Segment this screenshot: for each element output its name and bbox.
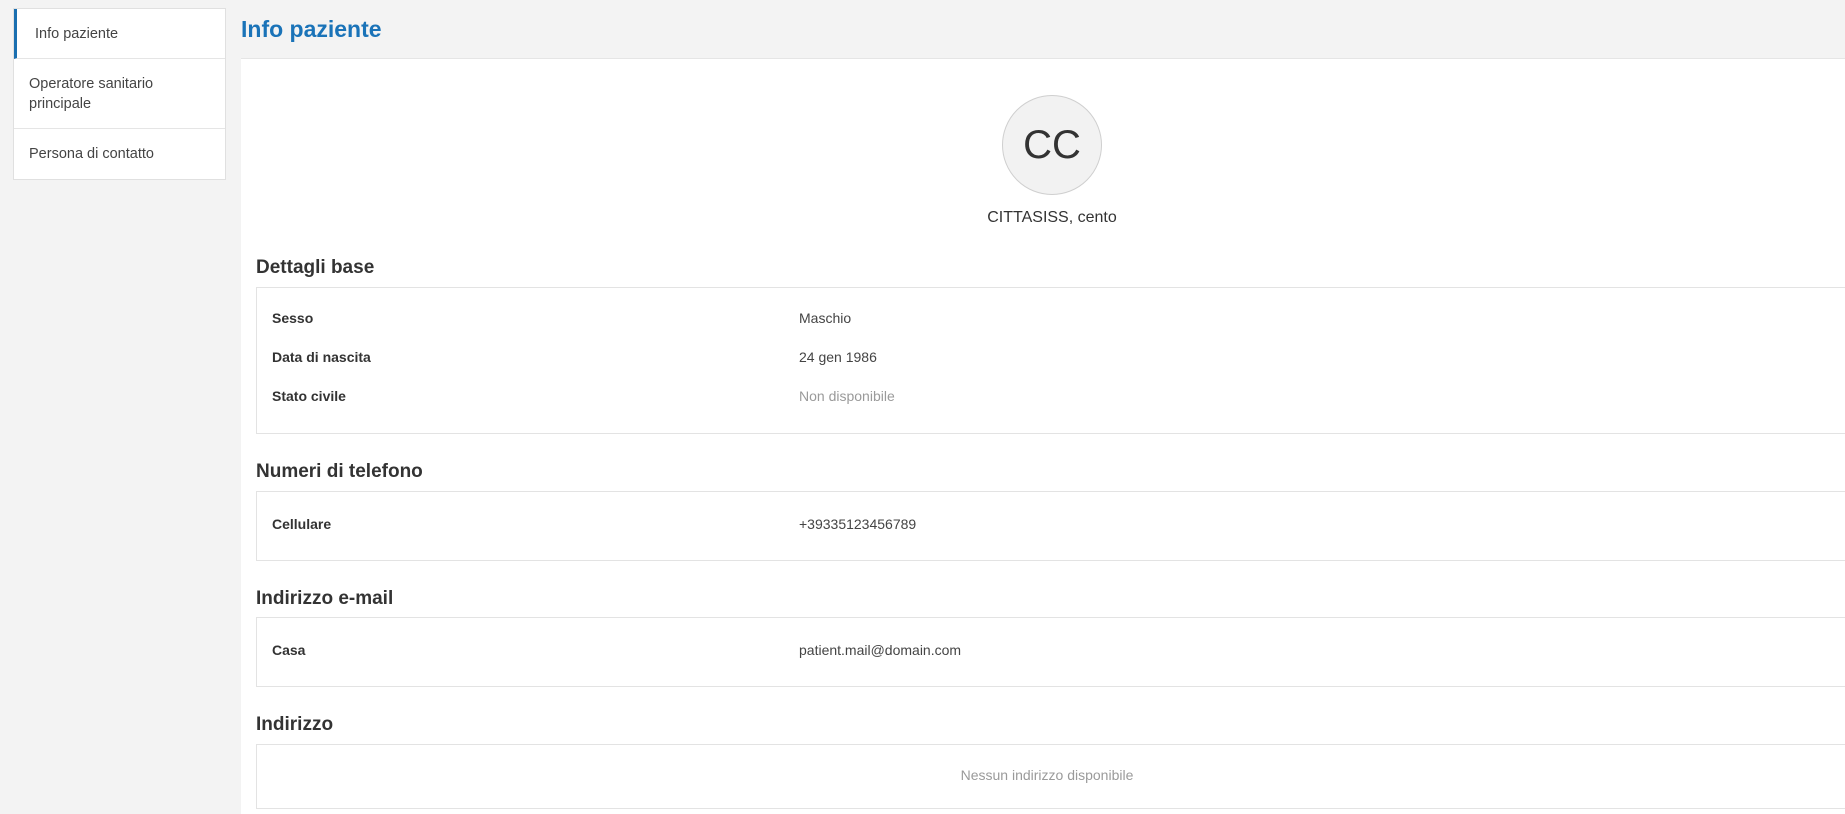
phone-row: Cellulare +39335123456789 xyxy=(272,514,1845,534)
phone-value: +39335123456789 xyxy=(799,516,917,532)
patient-info-app: Info paziente Operatore sanitario princi… xyxy=(0,0,1845,814)
phone-label: Cellulare xyxy=(272,516,332,532)
sidebar-item-label: Operatore sanitario principale xyxy=(29,75,154,112)
patient-name: CITTASISS, cento xyxy=(987,209,1117,226)
patient-panel: CC CITTASISS, cento Dettagli base Sesso … xyxy=(241,58,1845,814)
detail-label: Data di nascita xyxy=(272,349,371,365)
page-title: Info paziente xyxy=(241,16,382,42)
section-title-phones: Numeri di telefono xyxy=(256,461,423,482)
phones-card: Cellulare +39335123456789 xyxy=(256,491,1845,561)
basic-details-card: Sesso Maschio Data di nascita 24 gen 198… xyxy=(256,287,1845,434)
email-row: Casa patient.mail@domain.com xyxy=(272,640,1845,660)
detail-row-sex: Sesso Maschio xyxy=(272,308,1845,328)
empty-address-message: Nessun indirizzo disponibile xyxy=(960,767,1134,783)
detail-row-marital-status: Stato civile Non disponibile xyxy=(272,386,1845,406)
emails-card: Casa patient.mail@domain.com xyxy=(256,617,1845,687)
detail-value: Maschio xyxy=(799,310,852,326)
sidebar-item-info-paziente[interactable]: Info paziente xyxy=(14,9,225,59)
detail-label: Sesso xyxy=(272,310,314,326)
avatar: CC xyxy=(1002,95,1102,195)
section-title-emails: Indirizzo e-mail xyxy=(256,588,394,609)
email-label: Casa xyxy=(272,642,306,658)
sidebar-item-label: Persona di contatto xyxy=(29,146,154,162)
address-card: Nessun indirizzo disponibile xyxy=(256,744,1845,809)
sidebar: Info paziente Operatore sanitario princi… xyxy=(13,8,226,180)
sidebar-item-operatore-sanitario[interactable]: Operatore sanitario principale xyxy=(14,59,225,129)
sidebar-item-label: Info paziente xyxy=(35,25,119,42)
detail-value: 24 gen 1986 xyxy=(799,349,877,365)
email-value: patient.mail@domain.com xyxy=(799,642,962,658)
section-title-address: Indirizzo xyxy=(256,714,334,735)
detail-label: Stato civile xyxy=(272,388,346,404)
section-title-basic-details: Dettagli base xyxy=(256,257,375,278)
sidebar-item-persona-contatto[interactable]: Persona di contatto xyxy=(14,129,225,179)
detail-value: Non disponibile xyxy=(799,388,895,404)
avatar-initials: CC xyxy=(1023,122,1081,167)
detail-row-birthdate: Data di nascita 24 gen 1986 xyxy=(272,347,1845,367)
